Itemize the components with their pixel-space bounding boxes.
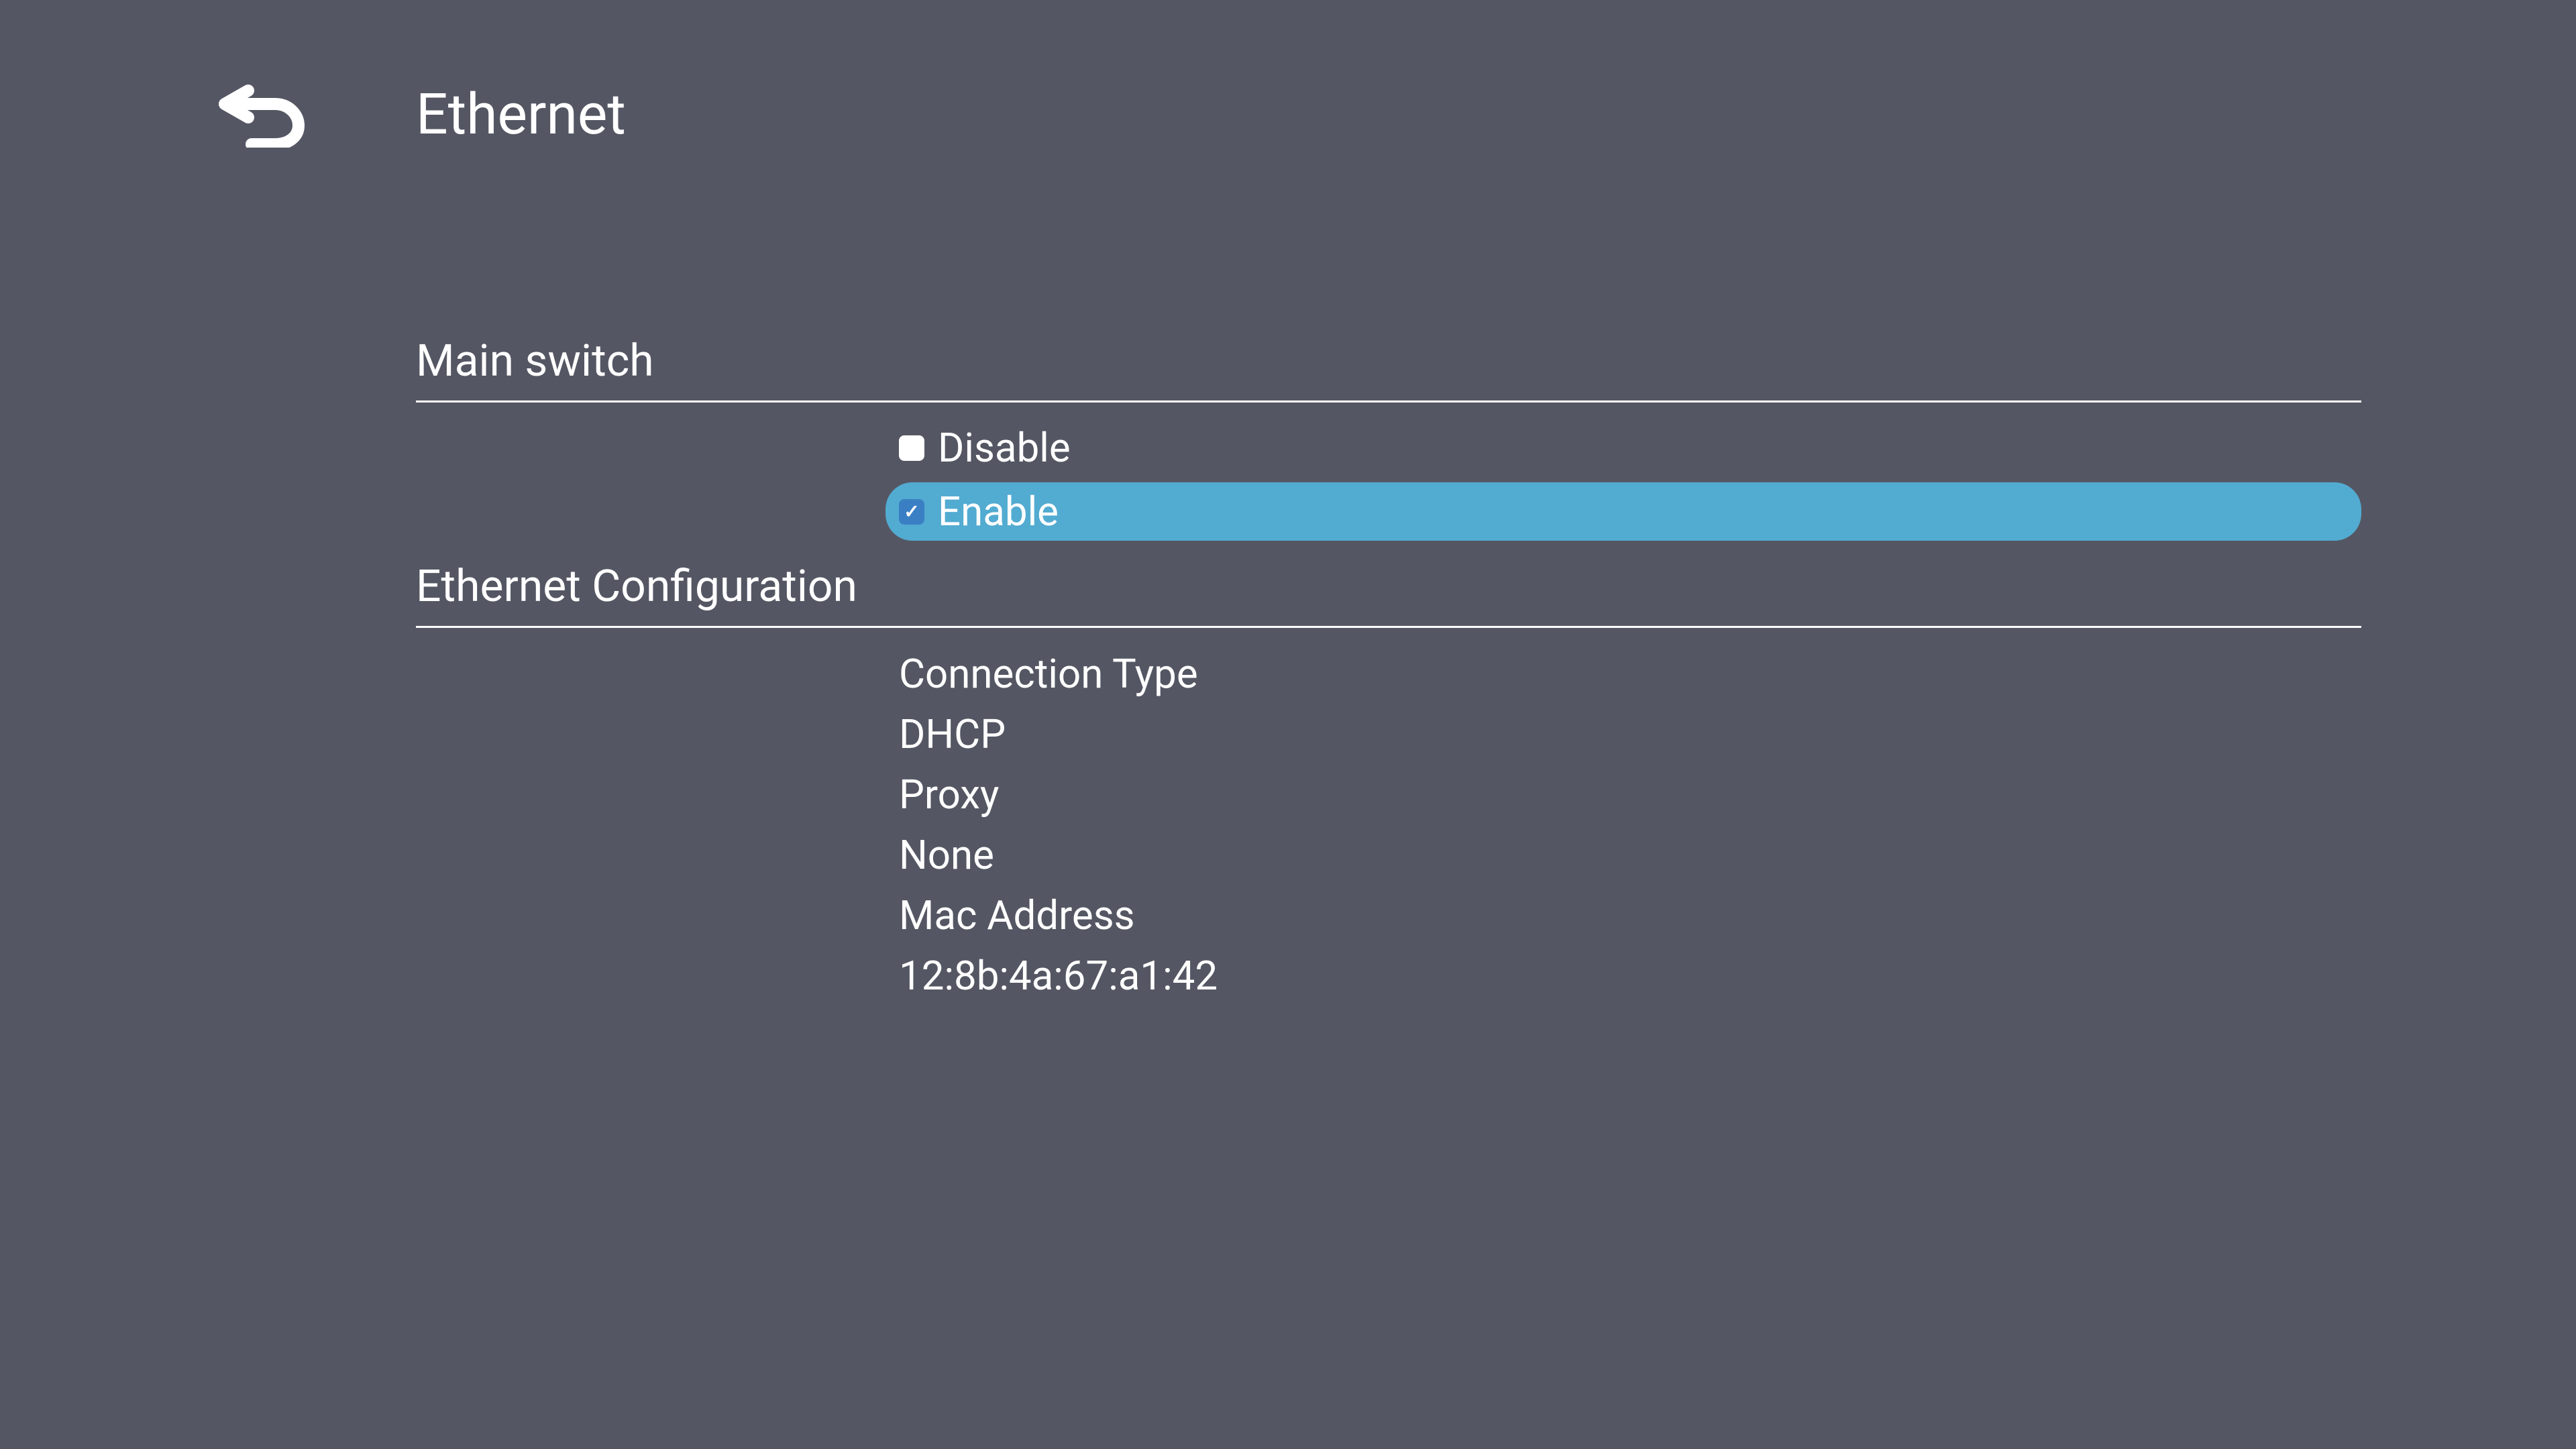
page-header: Ethernet [215, 80, 2361, 148]
proxy-value: None [899, 825, 2361, 885]
page-title: Ethernet [416, 81, 626, 148]
checkbox-checked-icon [899, 499, 924, 525]
mac-address-label: Mac Address [899, 885, 2361, 946]
enable-label: Enable [938, 488, 1059, 535]
disable-option[interactable]: Disable [885, 419, 2361, 477]
checkbox-unchecked-icon [899, 435, 924, 461]
connection-type-label: Connection Type [899, 644, 2361, 704]
back-icon[interactable] [215, 80, 309, 148]
main-switch-header: Main switch [416, 335, 2361, 402]
connection-type-item[interactable]: Connection Type DHCP [899, 644, 2361, 765]
connection-type-value: DHCP [899, 704, 2361, 765]
ethernet-config-header: Ethernet Configuration [416, 561, 2361, 628]
proxy-item[interactable]: Proxy None [899, 765, 2361, 885]
enable-option[interactable]: Enable [885, 482, 2361, 541]
mac-address-item: Mac Address 12:8b:4a:67:a1:42 [899, 885, 2361, 1006]
mac-address-value: 12:8b:4a:67:a1:42 [899, 946, 2361, 1006]
proxy-label: Proxy [899, 765, 2361, 825]
disable-label: Disable [938, 424, 1071, 472]
